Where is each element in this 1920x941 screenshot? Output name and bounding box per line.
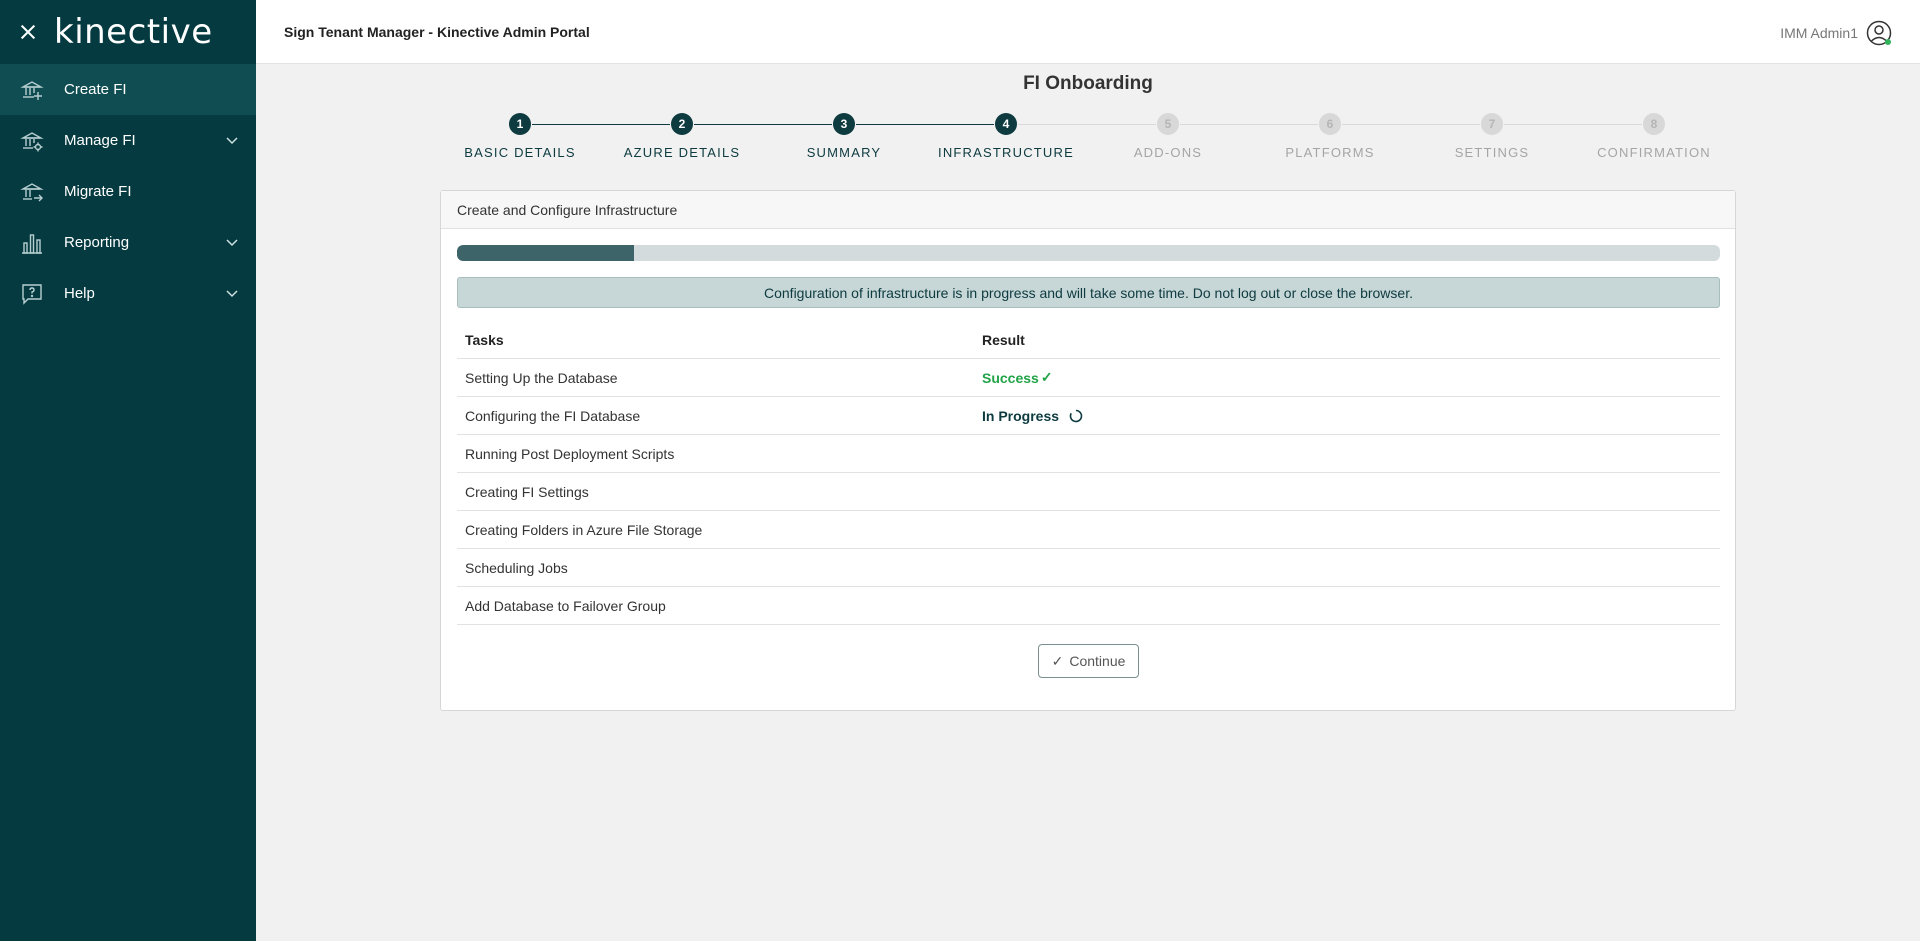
task-result: Success ✓ <box>982 369 1720 386</box>
step-number: 7 <box>1481 113 1503 135</box>
brand-bar: kinective <box>0 0 256 64</box>
table-row: Running Post Deployment Scripts <box>457 435 1720 473</box>
table-header-row: Tasks Result <box>457 321 1720 359</box>
step-label: SUMMARY <box>806 145 882 160</box>
status-success: Success <box>982 369 1039 386</box>
task-name: Setting Up the Database <box>465 369 618 386</box>
task-name: Scheduling Jobs <box>465 559 568 576</box>
app-title: Sign Tenant Manager - Kinective Admin Po… <box>284 23 590 40</box>
table-row: Configuring the FI Database In Progress <box>457 397 1720 435</box>
spinner-icon <box>1069 409 1083 423</box>
task-name: Running Post Deployment Scripts <box>465 445 675 462</box>
step-label: CONFIRMATION <box>1597 145 1711 160</box>
status-in-progress: In Progress <box>982 407 1060 424</box>
bank-settings-icon <box>20 129 44 153</box>
step-infrastructure: 4 INFRASTRUCTURE <box>936 112 1076 160</box>
bank-migrate-icon <box>20 180 44 204</box>
tasks-table: Tasks Result Setting Up the Database Succ… <box>457 321 1720 625</box>
chevron-down-icon <box>226 133 238 145</box>
table-row: Add Database to Failover Group <box>457 587 1720 625</box>
step-basic-details: 1 BASIC DETAILS <box>450 112 590 160</box>
sidebar-item-create-fi[interactable]: Create FI <box>0 64 256 115</box>
continue-button[interactable]: ✓ Continue <box>1038 644 1139 678</box>
page-title: FI Onboarding <box>1023 73 1153 94</box>
onboarding-stepper: 1 BASIC DETAILS 2 AZURE DETAILS 3 SUMMARY 4 INF… <box>440 112 1710 172</box>
card-title: Create and Configure Infrastructure <box>441 191 1735 229</box>
check-icon: ✓ <box>1040 369 1053 385</box>
step-number: 2 <box>671 113 693 135</box>
step-label: PLATFORMS <box>1285 145 1375 160</box>
step-settings: 7 SETTINGS <box>1422 112 1562 160</box>
progress-bar <box>457 245 1720 261</box>
bank-add-icon <box>20 78 44 102</box>
online-status-dot <box>1885 39 1891 45</box>
step-azure-details: 2 AZURE DETAILS <box>612 112 752 160</box>
step-number: 4 <box>995 113 1017 135</box>
step-label: ADD-ONS <box>1133 145 1203 160</box>
task-name: Configuring the FI Database <box>465 407 641 424</box>
infrastructure-card: Create and Configure Infrastructure Conf… <box>440 190 1736 711</box>
sidebar-item-migrate-fi[interactable]: Migrate FI <box>0 166 256 217</box>
sidebar-item-label: Create FI <box>64 81 127 98</box>
table-row: Creating FI Settings <box>457 473 1720 511</box>
sidebar-item-reporting[interactable]: Reporting <box>0 217 256 268</box>
task-name: Creating Folders in Azure File Storage <box>465 521 703 538</box>
step-add-ons: 5 ADD-ONS <box>1098 112 1238 160</box>
check-icon: ✓ <box>1051 652 1064 669</box>
sidebar-item-label: Reporting <box>64 234 130 251</box>
step-platforms: 6 PLATFORMS <box>1260 112 1400 160</box>
user-avatar-icon[interactable] <box>1866 20 1892 46</box>
step-number: 1 <box>509 113 531 135</box>
table-row: Setting Up the Database Success ✓ <box>457 359 1720 397</box>
help-chat-icon <box>20 282 44 306</box>
top-bar: Sign Tenant Manager - Kinective Admin Po… <box>256 0 1920 64</box>
sidebar-item-help[interactable]: Help <box>0 268 256 319</box>
close-icon[interactable] <box>20 24 36 40</box>
info-alert: Configuration of infrastructure is in pr… <box>457 277 1720 308</box>
step-number: 6 <box>1319 113 1341 135</box>
sidebar-item-label: Migrate FI <box>64 183 132 200</box>
column-header-result: Result <box>982 331 1025 348</box>
step-number: 8 <box>1643 113 1665 135</box>
task-name: Add Database to Failover Group <box>465 597 666 614</box>
table-row: Scheduling Jobs <box>457 549 1720 587</box>
step-label: AZURE DETAILS <box>623 145 741 160</box>
column-header-tasks: Tasks <box>465 331 504 348</box>
step-label: SETTINGS <box>1454 145 1530 160</box>
logo: kinective <box>54 12 213 52</box>
sidebar-item-manage-fi[interactable]: Manage FI <box>0 115 256 166</box>
sidebar: kinective Create FI Manage FI Migrate FI… <box>0 0 256 941</box>
chevron-down-icon <box>226 286 238 298</box>
sidebar-item-label: Help <box>64 285 95 302</box>
sidebar-item-label: Manage FI <box>64 132 136 149</box>
user-menu[interactable]: IMM Admin1 <box>1780 20 1892 46</box>
step-confirmation: 8 CONFIRMATION <box>1584 112 1724 160</box>
user-name: IMM Admin1 <box>1780 25 1858 41</box>
step-number: 5 <box>1157 113 1179 135</box>
step-summary: 3 SUMMARY <box>774 112 914 160</box>
step-label: BASIC DETAILS <box>464 145 576 160</box>
step-label: INFRASTRUCTURE <box>938 145 1074 160</box>
chevron-down-icon <box>226 235 238 247</box>
step-number: 3 <box>833 113 855 135</box>
task-name: Creating FI Settings <box>465 483 589 500</box>
task-result: In Progress <box>982 408 1720 424</box>
progress-fill <box>457 245 634 261</box>
table-row: Creating Folders in Azure File Storage <box>457 511 1720 549</box>
bar-chart-icon <box>20 231 44 255</box>
continue-label: Continue <box>1069 653 1126 669</box>
